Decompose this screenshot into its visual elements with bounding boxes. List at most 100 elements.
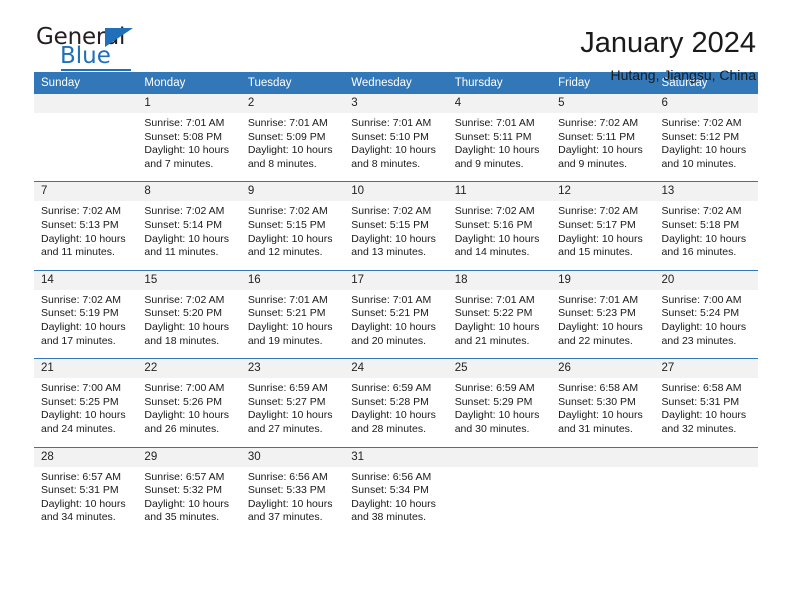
calendar-day-cell[interactable]: 18 Sunrise: 7:01 AM Sunset: 5:22 PM Dayligh… bbox=[447, 269, 552, 359]
sunrise-text: Sunrise: 7:02 AM bbox=[144, 205, 225, 218]
day-number: 30 bbox=[240, 447, 345, 467]
day-number: 17 bbox=[344, 270, 448, 290]
calendar-day-cell[interactable]: 22 Sunrise: 7:00 AM Sunset: 5:26 PM Dayligh… bbox=[137, 358, 241, 447]
calendar-day-cell[interactable]: 4 Sunrise: 7:01 AM Sunset: 5:11 PM Daylight… bbox=[447, 94, 552, 182]
calendar-day-cell[interactable]: 21 Sunrise: 7:00 AM Sunset: 5:25 PM Dayligh… bbox=[34, 358, 138, 447]
day-sun-info bbox=[448, 467, 551, 534]
day-number: 1 bbox=[137, 94, 241, 113]
day-number bbox=[551, 447, 655, 467]
calendar-day-cell[interactable]: 8 Sunrise: 7:02 AM Sunset: 5:14 PM Daylight… bbox=[137, 181, 241, 271]
day-number: 24 bbox=[344, 359, 448, 379]
calendar-day-cell[interactable]: 12 Sunrise: 7:02 AM Sunset: 5:17 PM Dayligh… bbox=[551, 181, 655, 271]
daylight-text: and 30 minutes. bbox=[454, 422, 530, 435]
sunrise-text: Sunrise: 7:02 AM bbox=[41, 293, 121, 306]
sunrise-text: Sunrise: 7:01 AM bbox=[454, 117, 535, 129]
calendar-day-cell[interactable]: 30 Sunrise: 6:56 AM Sunset: 5:33 PM Dayligh… bbox=[240, 446, 345, 535]
day-number: 16 bbox=[240, 270, 345, 290]
daylight-text: Daylight: 10 hours bbox=[661, 409, 747, 422]
daylight-text: Daylight: 10 hours bbox=[41, 497, 126, 510]
day-number: 26 bbox=[551, 359, 655, 379]
day-sun-info: Sunrise: 7:01 AM Sunset: 5:23 PM Daylight:… bbox=[551, 290, 654, 358]
daylight-text: Daylight: 10 hours bbox=[661, 232, 747, 245]
calendar-day-cell[interactable]: 16 Sunrise: 7:01 AM Sunset: 5:21 PM Dayligh… bbox=[240, 269, 345, 359]
calendar-week-row: 14 Sunrise: 7:02 AM Sunset: 5:19 PM Dayligh… bbox=[34, 269, 758, 359]
daylight-text: and 13 minutes. bbox=[351, 246, 426, 259]
daylight-text: Daylight: 10 hours bbox=[41, 320, 126, 333]
general-blue-logo: General Blue bbox=[36, 26, 144, 72]
day-sun-info: Sunrise: 6:56 AM Sunset: 5:34 PM Daylight:… bbox=[344, 467, 447, 535]
calendar-day-cell[interactable]: 20 Sunrise: 7:00 AM Sunset: 5:24 PM Dayligh… bbox=[654, 269, 758, 359]
calendar-day-cell[interactable]: 25 Sunrise: 6:59 AM Sunset: 5:29 PM Dayligh… bbox=[447, 358, 552, 447]
daylight-text: Daylight: 10 hours bbox=[144, 497, 230, 510]
daylight-text: and 9 minutes. bbox=[454, 157, 524, 170]
calendar-day-cell[interactable]: 29 Sunrise: 6:57 AM Sunset: 5:32 PM Dayligh… bbox=[137, 446, 241, 535]
sunrise-text: Sunrise: 7:02 AM bbox=[247, 205, 328, 218]
day-number bbox=[447, 447, 552, 467]
calendar-day-cell[interactable]: 28 Sunrise: 6:57 AM Sunset: 5:31 PM Dayligh… bbox=[34, 446, 138, 535]
sunset-text: Sunset: 5:22 PM bbox=[454, 307, 533, 320]
day-sun-info: Sunrise: 6:59 AM Sunset: 5:27 PM Daylight:… bbox=[241, 378, 344, 446]
day-sun-info: Sunrise: 6:57 AM Sunset: 5:31 PM Daylight:… bbox=[34, 467, 137, 535]
sunset-text: Sunset: 5:24 PM bbox=[661, 307, 740, 320]
sunset-text: Sunset: 5:25 PM bbox=[41, 395, 119, 408]
sunset-text: Sunset: 5:23 PM bbox=[558, 307, 636, 320]
sunset-text: Sunset: 5:08 PM bbox=[144, 130, 223, 143]
calendar-day-cell[interactable]: 3 Sunrise: 7:01 AM Sunset: 5:10 PM Daylight… bbox=[344, 94, 448, 182]
calendar-day-cell[interactable]: 7 Sunrise: 7:02 AM Sunset: 5:13 PM Daylight… bbox=[34, 181, 138, 271]
sunrise-text: Sunrise: 7:01 AM bbox=[351, 117, 432, 129]
daylight-text: and 14 minutes. bbox=[454, 246, 530, 259]
calendar-day-cell[interactable]: 10 Sunrise: 7:02 AM Sunset: 5:15 PM Dayligh… bbox=[344, 181, 448, 271]
calendar-day-cell[interactable]: 24 Sunrise: 6:59 AM Sunset: 5:28 PM Dayligh… bbox=[344, 358, 448, 447]
daylight-text: and 11 minutes. bbox=[41, 246, 115, 259]
calendar-day-cell[interactable]: 13 Sunrise: 7:02 AM Sunset: 5:18 PM Dayligh… bbox=[654, 181, 758, 271]
calendar-day-cell[interactable]: 6 Sunrise: 7:02 AM Sunset: 5:12 PM Daylight… bbox=[654, 94, 758, 182]
day-number: 15 bbox=[137, 270, 241, 290]
page-subtitle: Hutang, Jiangsu, China bbox=[610, 66, 756, 83]
sunrise-text: Sunrise: 6:56 AM bbox=[351, 470, 432, 483]
calendar-day-cell[interactable]: 26 Sunrise: 6:58 AM Sunset: 5:30 PM Dayligh… bbox=[551, 358, 655, 447]
calendar-day-cell[interactable]: 14 Sunrise: 7:02 AM Sunset: 5:19 PM Dayligh… bbox=[34, 269, 138, 359]
calendar-cell-empty bbox=[34, 94, 138, 182]
calendar-day-cell[interactable]: 5 Sunrise: 7:02 AM Sunset: 5:11 PM Daylight… bbox=[551, 94, 655, 182]
day-sun-info: Sunrise: 6:59 AM Sunset: 5:28 PM Daylight:… bbox=[344, 378, 447, 446]
calendar-day-cell[interactable]: 9 Sunrise: 7:02 AM Sunset: 5:15 PM Daylight… bbox=[240, 181, 345, 271]
calendar-day-cell[interactable]: 15 Sunrise: 7:02 AM Sunset: 5:20 PM Dayligh… bbox=[137, 269, 241, 359]
day-number: 12 bbox=[551, 182, 655, 202]
sunrise-text: Sunrise: 6:56 AM bbox=[247, 470, 328, 483]
calendar-table: Sunday Monday Tuesday Wednesday Thursday Frid… bbox=[34, 72, 758, 535]
day-sun-info: Sunrise: 6:59 AM Sunset: 5:29 PM Daylight:… bbox=[448, 378, 551, 446]
calendar-day-cell[interactable]: 31 Sunrise: 6:56 AM Sunset: 5:34 PM Dayligh… bbox=[344, 446, 448, 535]
day-sun-info: Sunrise: 7:02 AM Sunset: 5:15 PM Daylight:… bbox=[241, 201, 344, 269]
sunrise-text: Sunrise: 6:57 AM bbox=[41, 470, 121, 483]
calendar-day-cell[interactable]: 11 Sunrise: 7:02 AM Sunset: 5:16 PM Dayligh… bbox=[447, 181, 552, 271]
day-sun-info: Sunrise: 7:02 AM Sunset: 5:12 PM Daylight:… bbox=[655, 113, 758, 181]
daylight-text: and 17 minutes. bbox=[41, 334, 116, 347]
sunrise-text: Sunrise: 7:01 AM bbox=[454, 293, 535, 306]
sunset-text: Sunset: 5:26 PM bbox=[144, 395, 223, 408]
daylight-text: and 7 minutes. bbox=[144, 157, 214, 170]
daylight-text: Daylight: 10 hours bbox=[351, 320, 436, 333]
calendar-day-cell[interactable]: 2 Sunrise: 7:01 AM Sunset: 5:09 PM Daylight… bbox=[240, 94, 345, 182]
daylight-text: Daylight: 10 hours bbox=[144, 320, 230, 333]
calendar-day-cell[interactable]: 23 Sunrise: 6:59 AM Sunset: 5:27 PM Dayligh… bbox=[240, 358, 345, 447]
daylight-text: Daylight: 10 hours bbox=[41, 232, 126, 245]
title-block: January 2024 Hutang, Jiangsu, China bbox=[580, 26, 756, 83]
logo-text-blue: Blue bbox=[60, 43, 111, 69]
sunrise-text: Sunrise: 7:01 AM bbox=[558, 293, 639, 306]
sunrise-text: Sunrise: 7:02 AM bbox=[144, 293, 225, 306]
daylight-text: and 28 minutes. bbox=[351, 422, 426, 435]
calendar-page: General Blue January 2024 Hutang, Jiangs… bbox=[0, 0, 792, 612]
calendar-day-cell[interactable]: 17 Sunrise: 7:01 AM Sunset: 5:21 PM Dayligh… bbox=[344, 269, 448, 359]
day-sun-info: Sunrise: 7:01 AM Sunset: 5:21 PM Daylight:… bbox=[241, 290, 344, 358]
calendar-week-row: 21 Sunrise: 7:00 AM Sunset: 5:25 PM Dayligh… bbox=[34, 358, 758, 447]
day-number: 27 bbox=[654, 359, 758, 379]
day-sun-info bbox=[655, 467, 758, 534]
calendar-day-cell[interactable]: 19 Sunrise: 7:01 AM Sunset: 5:23 PM Dayligh… bbox=[551, 269, 655, 359]
daylight-text: Daylight: 10 hours bbox=[144, 409, 230, 422]
calendar-day-cell[interactable]: 27 Sunrise: 6:58 AM Sunset: 5:31 PM Dayligh… bbox=[654, 358, 758, 447]
calendar-body: 1 Sunrise: 7:01 AM Sunset: 5:08 PM Daylight… bbox=[34, 94, 758, 535]
daylight-text: and 11 minutes. bbox=[144, 246, 219, 259]
sunset-text: Sunset: 5:14 PM bbox=[144, 218, 223, 231]
calendar-day-cell[interactable]: 1 Sunrise: 7:01 AM Sunset: 5:08 PM Daylight… bbox=[137, 94, 241, 182]
day-sun-info: Sunrise: 7:02 AM Sunset: 5:14 PM Daylight:… bbox=[137, 201, 240, 269]
